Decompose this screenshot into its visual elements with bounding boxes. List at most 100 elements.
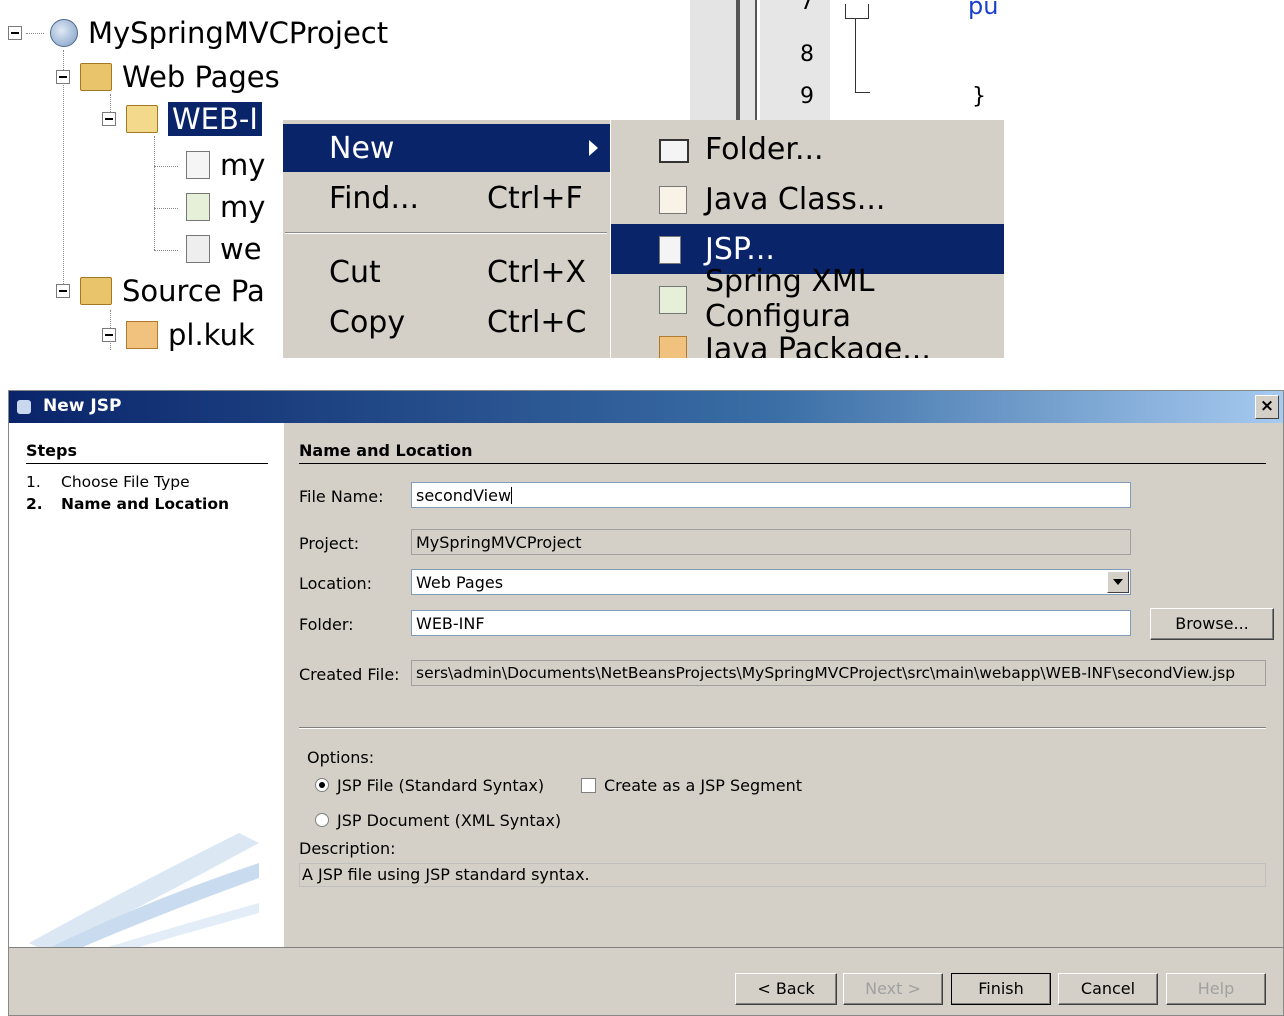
tree-node-project[interactable]: MySpringMVCProject xyxy=(8,16,388,50)
step-number: 1. xyxy=(26,473,41,491)
dialog-titlebar[interactable]: New JSP × xyxy=(9,391,1283,423)
menu-item-copy[interactable]: Copy Ctrl+C xyxy=(283,298,611,346)
folder-input[interactable]: WEB-INF xyxy=(411,610,1131,636)
tree-node-label: pl.kuk xyxy=(168,318,255,352)
spring-xml-icon xyxy=(659,286,687,314)
collapse-icon[interactable] xyxy=(102,328,116,342)
location-value: Web Pages xyxy=(416,573,504,592)
help-button[interactable]: Help xyxy=(1166,973,1266,1005)
description-label: Description: xyxy=(299,839,396,858)
collapse-icon[interactable] xyxy=(56,70,70,84)
step-label: Choose File Type xyxy=(61,473,190,491)
file-name-input[interactable]: secondView xyxy=(411,482,1131,508)
section-title: Name and Location xyxy=(299,441,473,460)
options-label: Options: xyxy=(307,748,375,767)
dialog-title: New JSP xyxy=(43,396,122,416)
radio-jsp-document[interactable]: JSP Document (XML Syntax) xyxy=(315,811,561,830)
cancel-button[interactable]: Cancel xyxy=(1058,973,1158,1005)
steps-panel: Steps 1. Choose File Type 2. Name and Loca… xyxy=(9,423,284,947)
menu-item-label: New xyxy=(329,130,395,166)
tree-node-label: my xyxy=(220,190,266,224)
tree-node-file[interactable]: my xyxy=(180,190,265,224)
tree-node-file[interactable]: we xyxy=(180,232,262,266)
menu-item-cut[interactable]: Cut Ctrl+X xyxy=(283,248,611,296)
line-number: 7 xyxy=(800,0,814,15)
created-file-label: Created File: xyxy=(299,665,400,684)
radio-jsp-file[interactable]: JSP File (Standard Syntax) xyxy=(315,776,544,795)
close-button[interactable]: × xyxy=(1255,395,1279,419)
created-file-field: sers\admin\Documents\NetBeansProjects\My… xyxy=(411,660,1266,686)
project-field: MySpringMVCProject xyxy=(411,529,1131,555)
name-location-panel: Name and Location File Name: secondView … xyxy=(299,423,1274,947)
code-fold-icon[interactable] xyxy=(845,4,869,19)
text-caret xyxy=(511,487,513,504)
menu-item-label: Find... xyxy=(329,180,420,216)
package-icon xyxy=(659,336,687,358)
description-text: A JSP file using JSP standard syntax. xyxy=(299,863,1266,887)
tree-node-package[interactable]: pl.kuk xyxy=(102,318,255,352)
collapse-icon[interactable] xyxy=(56,284,70,298)
steps-divider xyxy=(26,463,268,464)
java-class-icon xyxy=(659,186,687,214)
tree-node-file[interactable]: my xyxy=(180,148,265,182)
submenu-arrow-icon xyxy=(589,140,598,156)
folder-label: Folder: xyxy=(299,615,354,634)
xml-file-icon xyxy=(186,235,210,263)
radio-selected-icon[interactable] xyxy=(315,778,329,792)
folder-icon xyxy=(659,139,689,163)
tree-connector xyxy=(154,166,178,167)
package-icon xyxy=(126,321,158,349)
menu-shortcut: Ctrl+C xyxy=(487,304,587,340)
file-name-value: secondView xyxy=(416,486,512,505)
menu-separator xyxy=(285,232,607,234)
step-item: 1. Choose File Type xyxy=(26,473,190,491)
location-select[interactable]: Web Pages xyxy=(411,569,1131,595)
line-number: 9 xyxy=(800,84,814,109)
code-keyword: pu xyxy=(968,0,999,20)
submenu-item-java-class[interactable]: Java Class... xyxy=(611,174,1004,224)
menu-item-label: Copy xyxy=(329,304,406,340)
location-label: Location: xyxy=(299,574,373,593)
tree-node-web-pages[interactable]: Web Pages xyxy=(56,60,280,94)
file-name-label: File Name: xyxy=(299,487,384,506)
menu-item-new[interactable]: New xyxy=(283,124,611,172)
tree-connector xyxy=(154,208,178,209)
section-divider xyxy=(299,463,1266,464)
submenu-item-spring-xml[interactable]: Spring XML Configura xyxy=(611,264,1004,334)
step-label: Name and Location xyxy=(61,495,230,513)
chevron-down-icon[interactable] xyxy=(1107,571,1129,593)
menu-item-find[interactable]: Find... Ctrl+F xyxy=(283,174,611,222)
tree-node-label: MySpringMVCProject xyxy=(88,16,389,50)
next-button[interactable]: Next > xyxy=(843,973,943,1005)
code-brace: } xyxy=(972,84,986,109)
collapse-icon[interactable] xyxy=(102,112,116,126)
submenu-item-label: JSP... xyxy=(705,231,775,267)
tree-node-label: WEB-I xyxy=(168,102,262,136)
netbeans-cube-icon xyxy=(17,400,31,414)
spring-xml-file-icon xyxy=(186,193,210,221)
checkbox-icon[interactable] xyxy=(581,778,596,793)
tree-node-label: my xyxy=(220,148,266,182)
web-folder-icon xyxy=(80,63,112,91)
menu-shortcut: Ctrl+X xyxy=(487,254,587,290)
web-project-icon xyxy=(50,19,78,47)
submenu-item-java-package[interactable]: Java Package... xyxy=(611,324,1004,358)
project-label: Project: xyxy=(299,534,360,553)
options-separator xyxy=(299,727,1266,729)
radio-unselected-icon[interactable] xyxy=(315,813,329,827)
tree-node-label: Source Pa xyxy=(122,274,265,308)
checkbox-jsp-segment[interactable]: Create as a JSP Segment xyxy=(581,776,802,795)
browse-button[interactable]: Browse... xyxy=(1150,608,1274,640)
context-menu: New Find... Ctrl+F Cut Ctrl+X Copy Ctrl+… xyxy=(282,120,611,358)
tree-node-web-inf[interactable]: WEB-I xyxy=(102,102,262,136)
collapse-icon[interactable] xyxy=(8,26,22,40)
tree-connector xyxy=(154,250,178,251)
back-button[interactable]: < Back xyxy=(735,973,837,1005)
tree-node-label: Web Pages xyxy=(122,60,280,94)
tree-node-source-packages[interactable]: Source Pa xyxy=(56,274,265,308)
finish-button[interactable]: Finish xyxy=(951,973,1051,1005)
submenu-item-label: Folder... xyxy=(705,131,824,167)
menu-shortcut: Ctrl+F xyxy=(487,180,583,216)
submenu-item-folder[interactable]: Folder... xyxy=(611,124,1004,174)
jsp-file-icon xyxy=(186,151,210,179)
